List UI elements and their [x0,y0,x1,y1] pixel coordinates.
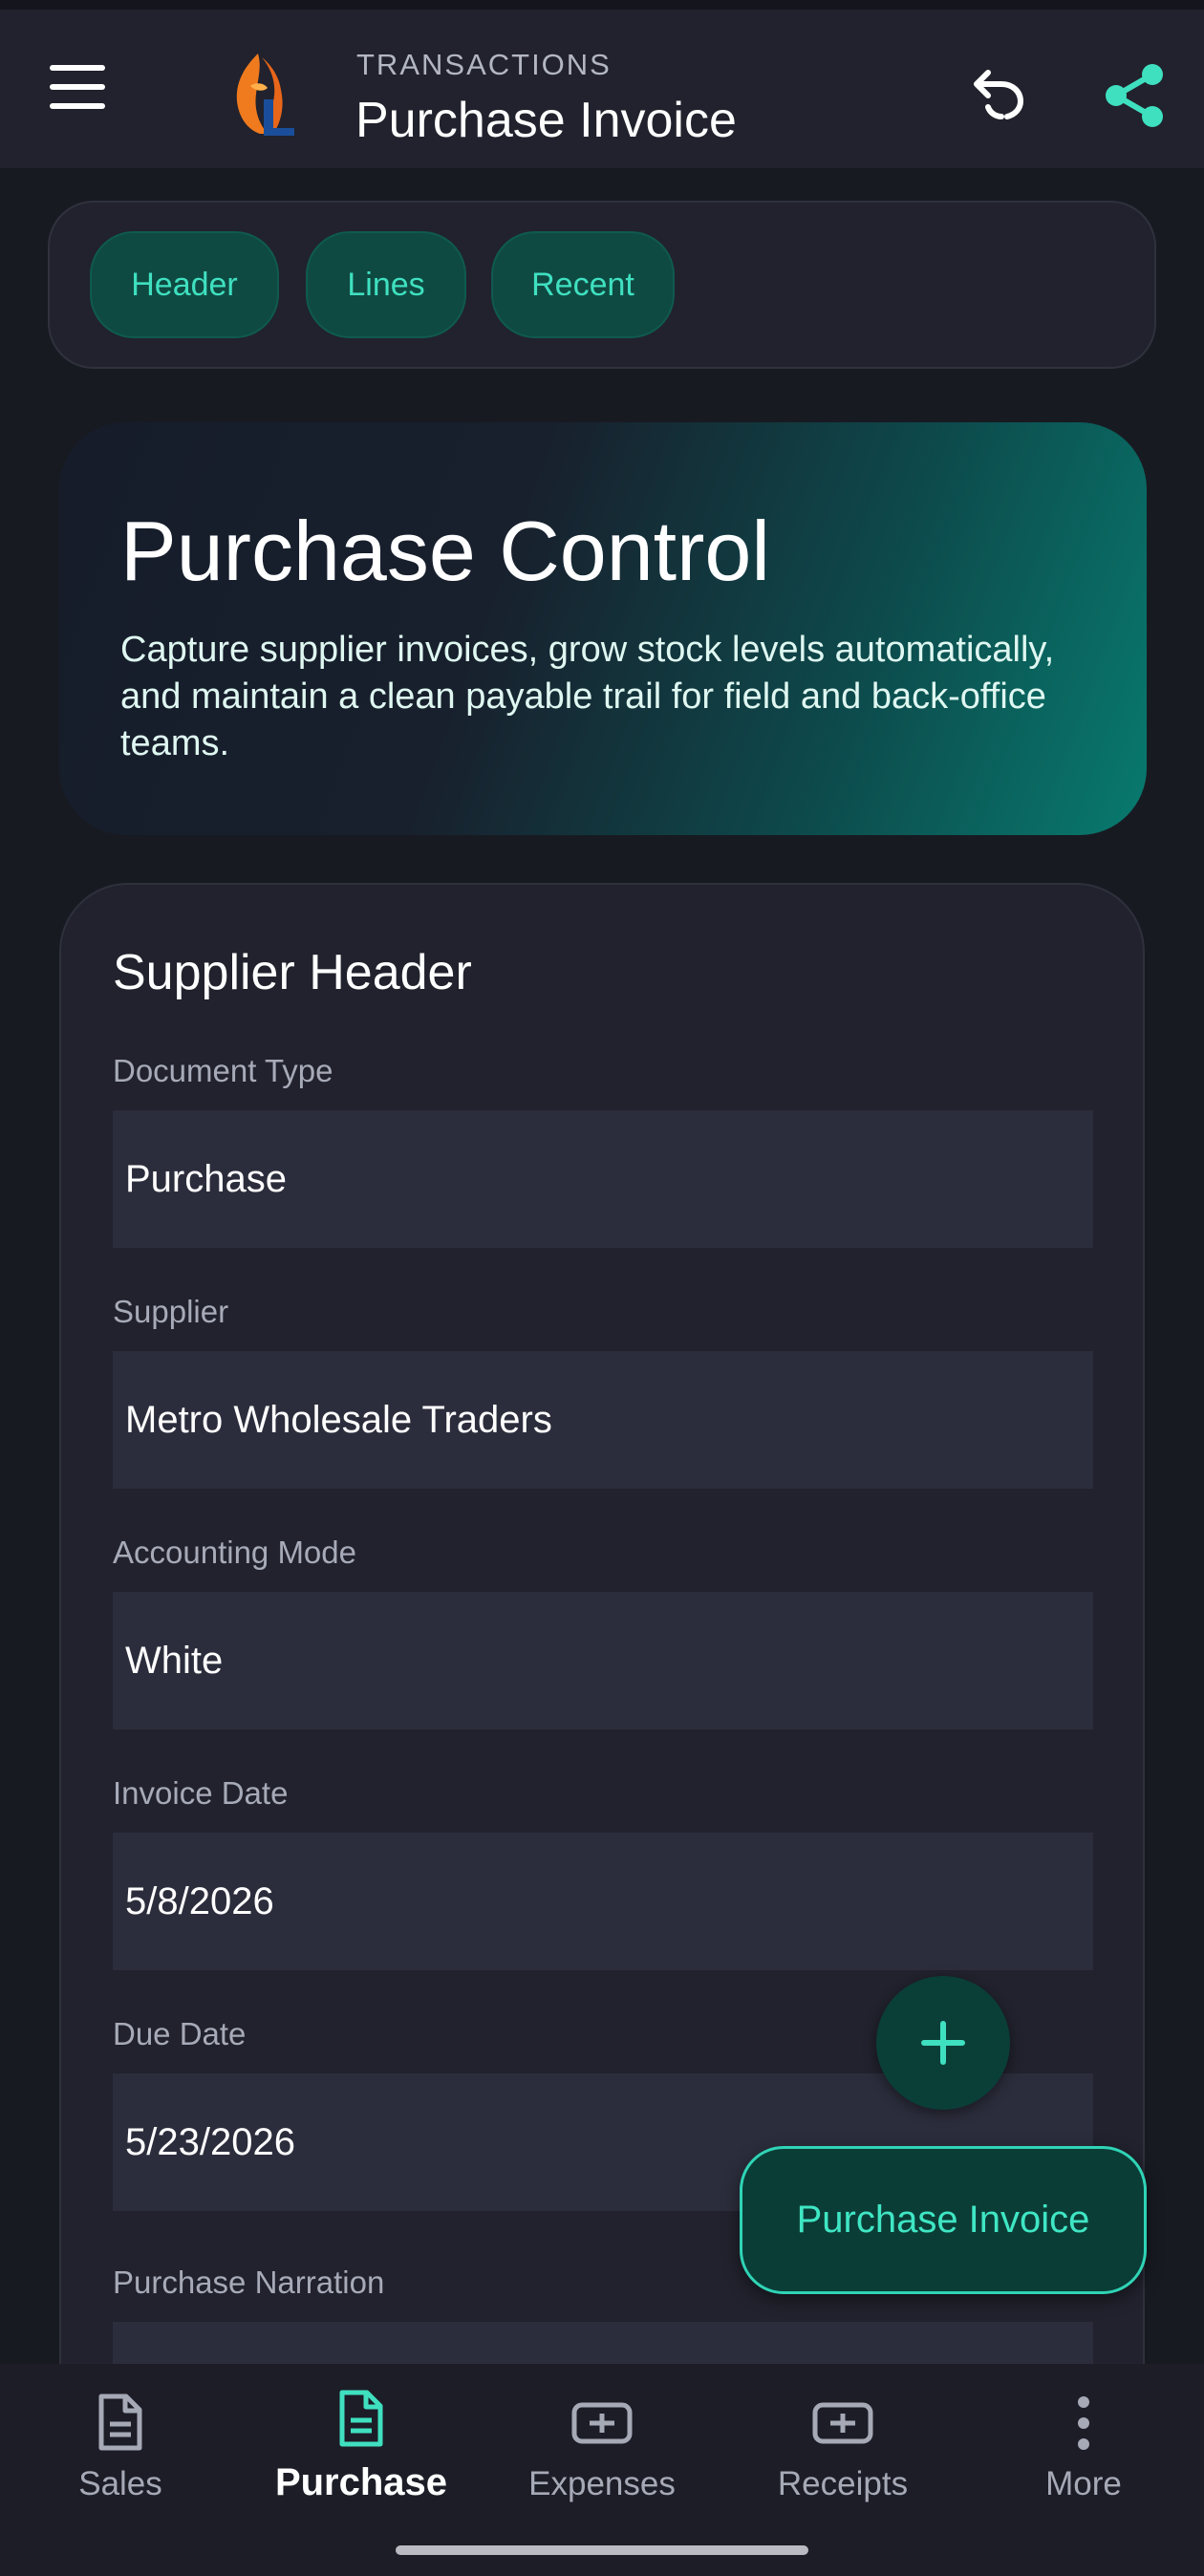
undo-arrow-icon[interactable] [967,59,1030,122]
plus-icon [921,2021,965,2065]
more-vertical-icon [1078,2396,1089,2450]
status-strip [0,0,1204,10]
chip-recent[interactable]: Recent [491,231,675,338]
chip-header[interactable]: Header [90,231,279,338]
accounting-mode-field[interactable] [113,1592,1093,1729]
purchase-invoice-screen: TRANSACTIONS Purchase Invoice Header Lin… [0,0,1204,2576]
nav-label-sales: Sales [78,2465,162,2502]
due-date-label: Due Date [113,2016,247,2051]
purchase-invoice-fab-button[interactable]: Purchase Invoice [740,2146,1147,2294]
accounting-mode-label: Accounting Mode [113,1535,356,1570]
card-title: Supplier Header [113,945,472,1000]
section-chip-bar: Header Lines Recent [48,201,1156,369]
plus-box-icon [571,2402,633,2444]
conch-shell-logo [236,54,294,136]
nav-label-purchase: Purchase [274,2461,448,2503]
document-type-field[interactable] [113,1110,1093,1248]
nav-item-more[interactable]: More [963,2364,1204,2555]
bottom-navigation: Sales Purchase Expenses Receipts More [0,2364,1204,2576]
nav-item-expenses[interactable]: Expenses [482,2364,722,2555]
nav-label-expenses: Expenses [528,2465,676,2502]
page-title: Purchase Invoice [355,93,737,148]
hamburger-menu-icon[interactable] [46,65,115,122]
document-icon [339,2390,383,2447]
supplier-header-card: Supplier Header Document Type Supplier A… [59,883,1145,2576]
hero-title: Purchase Control [120,504,770,598]
document-icon [98,2394,142,2451]
supplier-field[interactable] [113,1351,1093,1489]
document-type-label: Document Type [113,1053,333,1088]
nav-label-receipts: Receipts [777,2465,909,2502]
nav-item-sales[interactable]: Sales [0,2364,241,2555]
chip-lines[interactable]: Lines [306,231,466,338]
purchase-narration-label: Purchase Narration [113,2265,385,2300]
screen-section-label: TRANSACTIONS [356,48,612,81]
supplier-label: Supplier [113,1294,229,1329]
nav-label-more: More [1045,2465,1122,2502]
hero-description: Capture supplier invoices, grow stock le… [120,630,1055,763]
plus-box-icon [812,2402,873,2444]
share-icon[interactable] [1101,61,1170,130]
home-indicator[interactable] [396,2545,808,2555]
hero-banner: Purchase Control Capture supplier invoic… [59,422,1147,835]
nav-item-purchase[interactable]: Purchase [241,2364,482,2555]
invoice-date-label: Invoice Date [113,1775,289,1811]
top-app-bar: TRANSACTIONS Purchase Invoice [0,10,1204,168]
invoice-date-field[interactable] [113,1833,1093,1970]
nav-item-receipts[interactable]: Receipts [722,2364,963,2555]
add-fab-button[interactable] [876,1976,1010,2110]
